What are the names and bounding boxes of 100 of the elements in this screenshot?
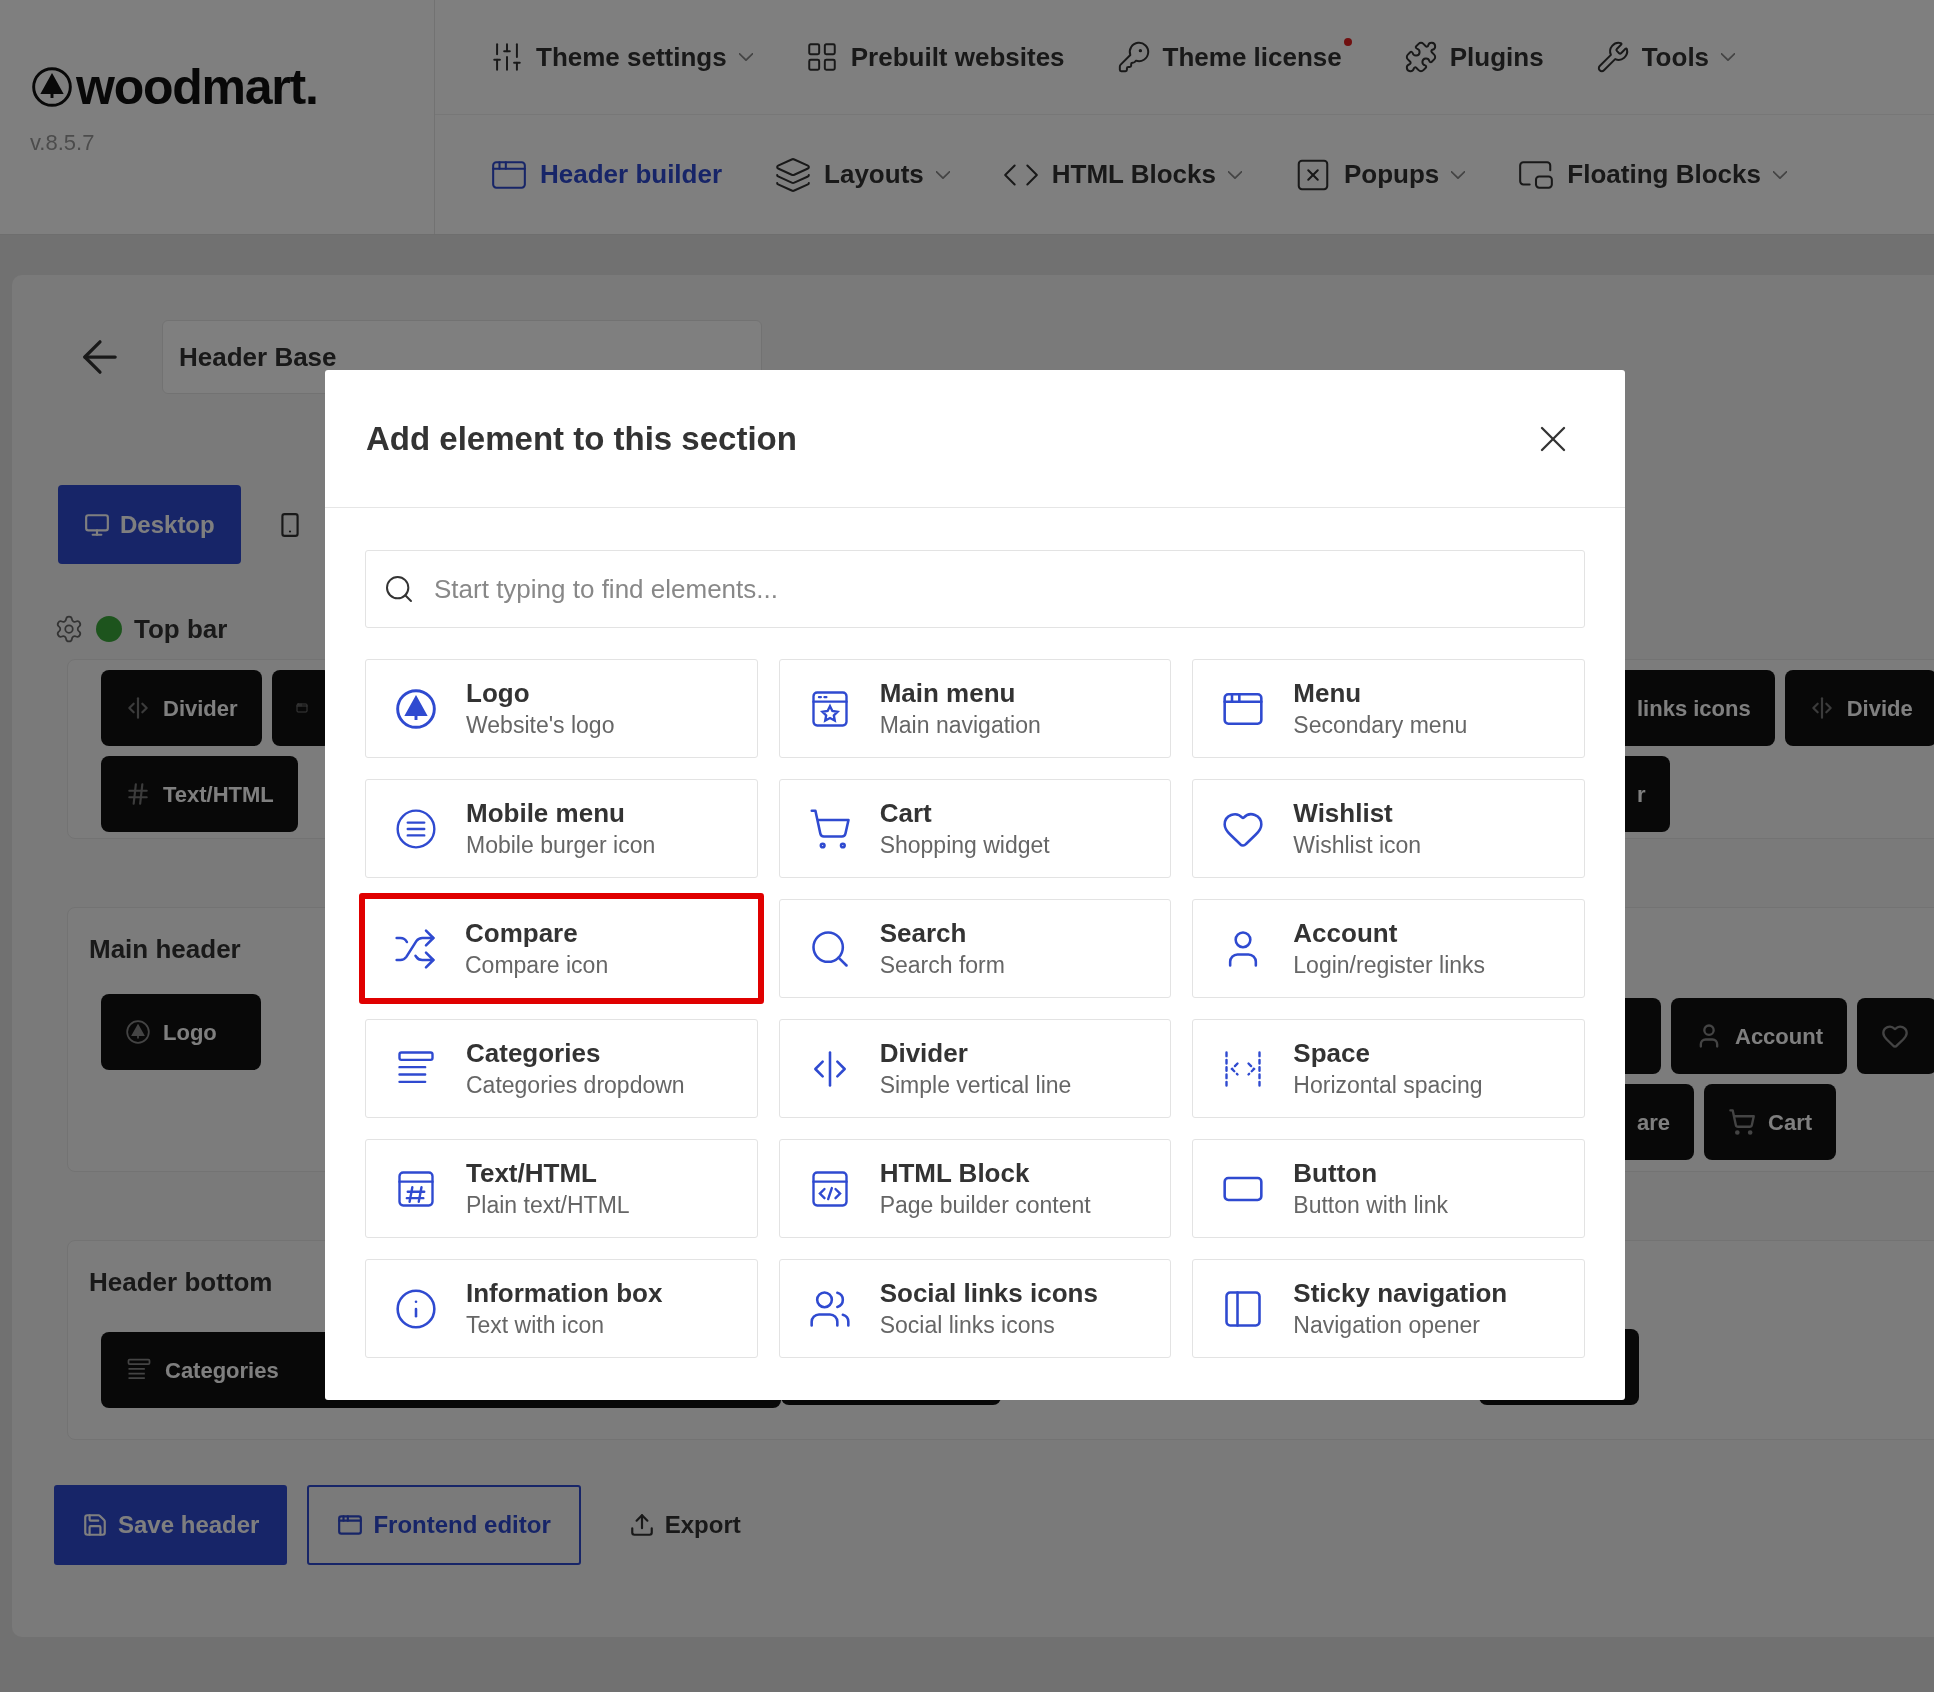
- element-description: Button with link: [1293, 1191, 1449, 1221]
- heart-icon: [1881, 1022, 1909, 1050]
- chevron-icon: [1227, 170, 1242, 179]
- element-chip[interactable]: Account: [1671, 998, 1847, 1074]
- element-name: Main menu: [879, 676, 1017, 710]
- nav-tab[interactable]: Floating Blocks: [1517, 155, 1787, 194]
- element-card[interactable]: Information box Text with icon: [365, 1259, 758, 1358]
- window-icon: [337, 1512, 364, 1538]
- element-card[interactable]: Main menu Main navigation: [778, 659, 1172, 758]
- element-chip[interactable]: Logo: [101, 994, 261, 1070]
- hash-icon: [125, 781, 151, 807]
- element-card[interactable]: Compare Compare icon: [359, 893, 764, 1004]
- device-tab[interactable]: Desktop: [58, 485, 241, 564]
- info-icon: [394, 1286, 438, 1331]
- triangle-circle-icon: [125, 1019, 151, 1045]
- element-card[interactable]: Sticky navigation Navigation opener: [1192, 1259, 1585, 1358]
- element-name: Search: [879, 916, 968, 950]
- sliders-icon: [490, 40, 524, 74]
- element-name: Wishlist: [1293, 796, 1394, 830]
- modal-title: Add element to this section: [366, 418, 797, 459]
- element-card[interactable]: Search Search form: [778, 899, 1172, 998]
- triangle-circle-icon: [394, 686, 438, 731]
- element-name: Information box: [466, 1276, 663, 1310]
- chevron-icon: [935, 170, 950, 179]
- logo-icon: [30, 65, 74, 109]
- element-card[interactable]: Divider Simple vertical line: [778, 1019, 1172, 1118]
- shuffle-icon: [393, 926, 437, 971]
- element-card[interactable]: Social links icons Social links icons: [778, 1259, 1172, 1358]
- element-description: Text with icon: [466, 1311, 606, 1341]
- search-icon: [383, 573, 415, 605]
- chevron-icon: [1772, 170, 1787, 179]
- search-field[interactable]: Start typing to find elements...: [365, 550, 1585, 628]
- save-icon: [82, 1512, 108, 1538]
- element-description: Mobile burger icon: [466, 831, 656, 861]
- element-chip[interactable]: Divide: [1784, 670, 1934, 746]
- element-name: Compare: [465, 916, 579, 950]
- element-description: Wishlist icon: [1293, 831, 1422, 861]
- element-description: Social links icons: [879, 1311, 1056, 1341]
- element-card[interactable]: Menu Secondary menu: [1192, 659, 1585, 758]
- element-chip[interactable]: Text/HTML: [101, 756, 298, 832]
- element-description: Login/register links: [1293, 951, 1486, 981]
- element-description: Compare icon: [465, 951, 609, 981]
- element-description: Simple vertical line: [879, 1071, 1072, 1101]
- element-chip[interactable]: Cart: [1704, 1084, 1837, 1160]
- upload-icon: [628, 1512, 655, 1538]
- element-description: Search form: [879, 951, 1005, 981]
- element-description: Navigation opener: [1293, 1311, 1481, 1341]
- element-card[interactable]: Button Button with link: [1192, 1139, 1585, 1238]
- element-card[interactable]: Account Login/register links: [1192, 899, 1585, 998]
- logo-text[interactable]: woodmart.: [76, 62, 318, 112]
- wrench-icon: [1595, 40, 1630, 74]
- chevron-icon: [1451, 170, 1466, 179]
- element-card[interactable]: Categories Categories dropdown: [365, 1019, 758, 1118]
- cart-icon: [1728, 1108, 1757, 1136]
- nav-link[interactable]: Plugins: [1403, 37, 1544, 77]
- element-card[interactable]: Mobile menu Mobile burger icon: [365, 779, 758, 878]
- element-description: Horizontal spacing: [1293, 1071, 1483, 1101]
- nav-link[interactable]: Prebuilt websites: [804, 37, 1065, 77]
- element-card[interactable]: Cart Shopping widget: [778, 779, 1172, 878]
- element-card[interactable]: Text/HTML Plain text/HTML: [365, 1139, 758, 1238]
- puzzle-icon: [1403, 40, 1438, 74]
- nav-tab[interactable]: Header builder: [490, 155, 723, 194]
- element-description: Plain text/HTML: [466, 1191, 630, 1221]
- nav-link[interactable]: Theme license: [1116, 37, 1352, 77]
- element-name: Cart: [879, 796, 933, 830]
- element-description: Shopping widget: [879, 831, 1050, 861]
- element-name: Mobile menu: [466, 796, 626, 830]
- element-card[interactable]: Space Horizontal spacing: [1192, 1019, 1585, 1118]
- settings-icon[interactable]: [54, 614, 84, 644]
- chevron-icon: [1721, 53, 1736, 61]
- element-name: HTML Block: [879, 1156, 1031, 1190]
- monitor-icon: [84, 511, 110, 538]
- element-name: Sticky navigation: [1293, 1276, 1508, 1310]
- nav-link[interactable]: Theme settings: [490, 37, 753, 77]
- element-description: Secondary menu: [1293, 711, 1468, 741]
- element-name: Categories: [466, 1036, 602, 1070]
- nav-tab[interactable]: Layouts: [774, 155, 950, 194]
- export-button[interactable]: Export: [600, 1485, 769, 1565]
- element-card[interactable]: HTML Block Page builder content: [778, 1139, 1172, 1238]
- section-title: Header bottom: [89, 1266, 273, 1299]
- save-button[interactable]: Save header: [54, 1485, 288, 1565]
- element-name: Divider: [879, 1036, 969, 1070]
- element-card[interactable]: Wishlist Wishlist icon: [1192, 779, 1585, 878]
- element-name: Account: [1293, 916, 1399, 950]
- element-name: Menu: [1293, 676, 1363, 710]
- element-description: Main navigation: [879, 711, 1041, 741]
- element-description: Page builder content: [879, 1191, 1091, 1221]
- divider-icon: [125, 695, 151, 721]
- nav-link[interactable]: Tools: [1595, 37, 1736, 77]
- nav-tab[interactable]: HTML Blocks: [1001, 155, 1242, 194]
- element-description: Website's logo: [466, 711, 615, 741]
- section-title: Top bar: [134, 612, 228, 646]
- element-chip[interactable]: Divider: [101, 670, 262, 746]
- frontend-editor-button[interactable]: Frontend editor: [307, 1485, 581, 1565]
- element-description: Categories dropdown: [466, 1071, 685, 1101]
- element-name: Social links icons: [879, 1276, 1098, 1310]
- nav-tab[interactable]: Popups: [1293, 155, 1466, 194]
- element-name: Logo: [466, 676, 531, 710]
- element-card[interactable]: Logo Website's logo: [365, 659, 758, 758]
- element-name: Space: [1293, 1036, 1371, 1070]
